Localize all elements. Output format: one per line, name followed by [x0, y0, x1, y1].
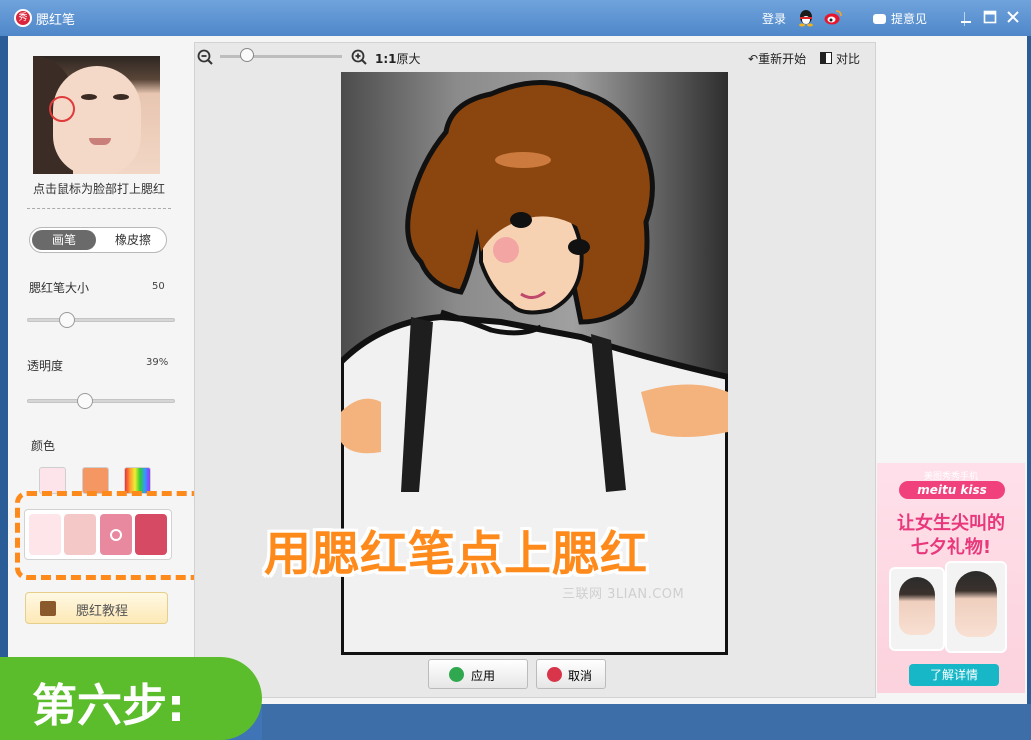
- window-title: 腮红笔: [36, 13, 76, 28]
- window-edge: [1027, 36, 1031, 704]
- feedback-button[interactable]: 提意见: [873, 10, 927, 27]
- brush-size-label: 腮红笔大小: [29, 281, 90, 295]
- opacity-slider[interactable]: [27, 393, 175, 409]
- chat-icon: [873, 14, 886, 24]
- slider-handle[interactable]: [76, 393, 93, 409]
- divider: [27, 208, 171, 209]
- color-label: 颜色: [31, 439, 56, 453]
- compare-icon: [820, 52, 832, 64]
- brush-size-value: 50: [152, 281, 165, 292]
- color-swatch-light-pink[interactable]: [39, 467, 66, 494]
- tab-brush[interactable]: 画笔: [32, 230, 96, 250]
- ad-phone-image: [889, 567, 945, 651]
- zoom-out-icon[interactable]: [197, 49, 213, 65]
- ad-phone-image: [945, 561, 1007, 653]
- watermark-text: 三联网 3LIAN.COM: [562, 587, 685, 602]
- ad-details-button[interactable]: 了解详情: [909, 664, 999, 686]
- zoom-in-icon[interactable]: [351, 49, 367, 65]
- book-icon: [40, 601, 56, 616]
- apply-button[interactable]: 应用: [428, 659, 528, 689]
- qq-icon[interactable]: [798, 9, 814, 27]
- instruction-hint: 点击鼠标为脸部打上腮红: [32, 182, 165, 196]
- mouth-shape: [89, 138, 111, 145]
- apply-label: 应用: [471, 669, 496, 683]
- tutorial-caption: 用腮红笔点上腮红: [264, 527, 648, 582]
- zoom-slider-handle[interactable]: [240, 48, 254, 62]
- cancel-button[interactable]: 取消: [536, 659, 606, 689]
- highlight-dashed-frame: [15, 491, 205, 580]
- zoom-slider[interactable]: [220, 55, 342, 58]
- ad-brand-logo: meitu kiss: [899, 481, 1005, 499]
- taskbar: [262, 704, 1031, 740]
- actual-size-button[interactable]: 1:1原大: [375, 50, 421, 67]
- zoom-ratio: 1:1: [375, 52, 397, 66]
- tab-eraser[interactable]: 橡皮擦: [102, 230, 164, 250]
- zoom-ratio-label: 原大: [396, 52, 421, 66]
- restart-label: 重新开始: [758, 52, 807, 66]
- color-swatch-orange[interactable]: [82, 467, 109, 494]
- face-example-image: [33, 56, 160, 174]
- color-picker-rainbow-icon[interactable]: [124, 467, 151, 494]
- mode-toggle: 画笔 橡皮擦: [29, 227, 167, 253]
- minimize-icon[interactable]: [958, 9, 974, 25]
- feedback-label: 提意见: [891, 12, 928, 26]
- app-logo-icon: 秀: [14, 9, 32, 27]
- ad-headline-line-2: 七夕礼物!: [910, 537, 992, 558]
- step-label: 第六步:: [32, 679, 185, 732]
- eye-shape: [113, 94, 129, 100]
- desktop-background: [0, 36, 8, 666]
- compare-button[interactable]: 对比: [820, 50, 860, 67]
- restart-button[interactable]: ↶重新开始: [748, 50, 806, 67]
- step-badge: 第六步:: [0, 657, 262, 740]
- cancel-label: 取消: [568, 669, 593, 683]
- opacity-value: 39%: [146, 357, 169, 368]
- ad-headline-line-1: 让女生尖叫的: [897, 513, 1005, 534]
- compare-label: 对比: [836, 52, 861, 66]
- undo-icon: ↶: [748, 52, 759, 66]
- weibo-icon[interactable]: [824, 9, 842, 25]
- brush-size-slider[interactable]: [27, 312, 175, 328]
- eye-shape: [81, 94, 97, 100]
- close-icon[interactable]: [1005, 9, 1021, 25]
- blush-tutorial-button[interactable]: 腮红教程: [25, 592, 168, 624]
- cancel-x-icon: [547, 667, 562, 682]
- opacity-label: 透明度: [27, 359, 64, 373]
- login-link[interactable]: 登录: [762, 10, 786, 27]
- check-icon: [449, 667, 464, 682]
- maximize-icon[interactable]: [982, 9, 998, 25]
- advertisement-banner[interactable]: 美图秀秀手机 meitu kiss 让女生尖叫的 七夕礼物! 了解详情: [877, 463, 1025, 693]
- title-bar: 秀 腮红笔 登录 提意见: [0, 0, 1031, 36]
- tutorial-label: 腮红教程: [76, 604, 129, 619]
- blush-target-marker: [49, 96, 75, 122]
